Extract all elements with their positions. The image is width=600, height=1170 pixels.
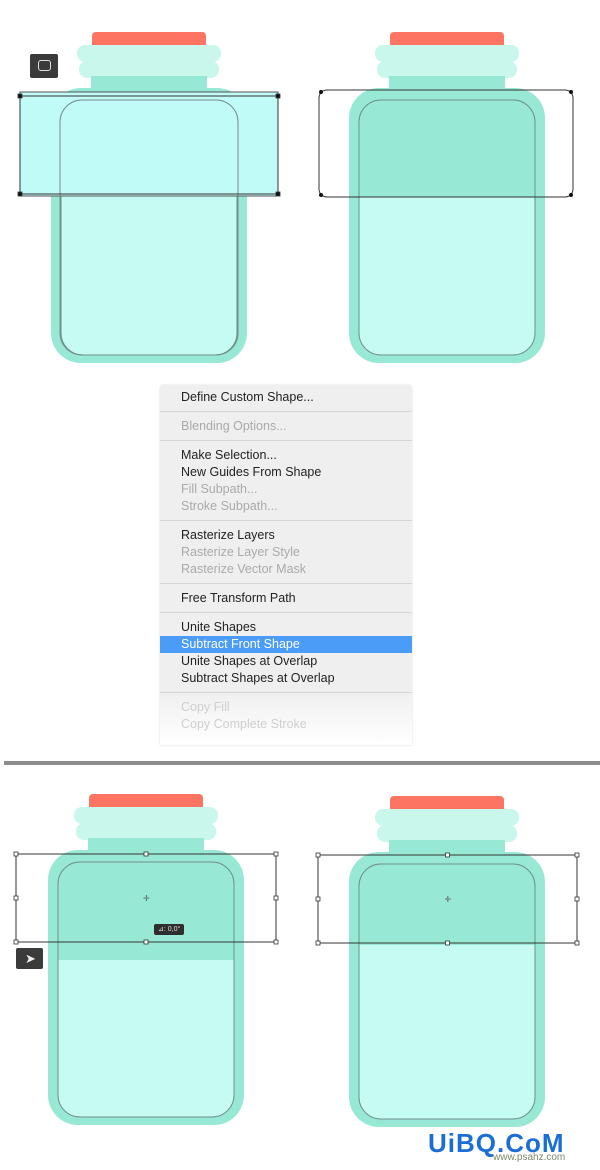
menu-item-copy-complete-stroke: Copy Complete Stroke [181,717,307,731]
transform-handle [315,940,321,946]
jar-fill-top [359,100,535,197]
path-anchor-point [569,90,573,94]
divider [4,761,600,765]
transform-handle [445,852,450,858]
menu-item-rasterize-layers[interactable]: Rasterize Layers [160,527,412,544]
jar-lid-band [377,825,517,842]
menu-item-blending-options: Blending Options... [181,419,287,433]
transform-handle [574,896,580,902]
menu-separator [160,520,412,521]
menu-separator [160,440,412,441]
menu-item-subtract-shapes-at-overlap[interactable]: Subtract Shapes at Overlap [160,670,412,687]
path-anchor-point [569,193,573,197]
transform-handle [574,940,580,946]
jar-lid-band [375,45,519,62]
jar-lid-band [79,61,219,78]
menu-item-rasterize-vector-mask: Rasterize Vector Mask [181,562,307,576]
context-menu: Define Custom Shape... Blending Options..… [160,385,412,745]
center-point-icon: ✛ [445,895,452,904]
transform-handle [13,895,19,901]
menu-item-fill-subpath: Fill Subpath... [181,482,258,496]
jar-fill-top [58,862,234,960]
new-rectangle-shape [19,91,279,197]
jar-fill-top [359,864,535,945]
transform-handle [275,191,281,197]
menu-separator [160,411,412,412]
menu-item-unite-shapes-at-overlap[interactable]: Unite Shapes at Overlap [160,653,412,670]
transform-handle [445,940,450,946]
menu-item-free-transform-path[interactable]: Free Transform Path [160,590,412,607]
jar-lid-band [377,61,517,78]
path-selection-tool-icon[interactable]: ➤ [16,948,43,969]
transform-handle [315,896,321,902]
transform-handle [13,851,19,857]
transform-handle [273,939,279,945]
jar-lid-band [76,823,216,840]
transform-handle [275,93,281,99]
menu-item-unite-shapes[interactable]: Unite Shapes [160,619,412,636]
transform-handle [143,851,149,857]
center-point-icon: ✛ [143,894,150,903]
menu-separator [160,692,412,693]
transform-handle [13,939,19,945]
transform-handle [273,895,279,901]
menu-item-subtract-front-shape[interactable]: Subtract Front Shape [160,636,412,653]
angle-tooltip: ⊿: 0,0° [154,924,185,935]
rounded-rectangle-tool-icon[interactable] [30,54,58,78]
transform-handle [574,852,580,858]
transform-handle [17,93,23,99]
transform-handle [143,939,149,945]
menu-separator [160,583,412,584]
watermark-url: www.psahz.com [493,1152,566,1163]
transform-handle [315,852,321,858]
menu-item-make-selection[interactable]: Make Selection... [160,447,412,464]
menu-item-define-custom-shape[interactable]: Define Custom Shape... [160,389,412,406]
path-anchor-point [319,193,323,197]
menu-item-copy-fill: Copy Fill [181,700,230,714]
jar-lid-band [74,807,218,824]
menu-item-stroke-subpath: Stroke Subpath... [181,499,278,513]
menu-item-new-guides-from-shape[interactable]: New Guides From Shape [160,464,412,481]
menu-item-rasterize-layer-style: Rasterize Layer Style [181,545,300,559]
path-anchor-point [319,90,323,94]
jar-lid-band [375,809,519,826]
transform-handle [17,191,23,197]
menu-separator [160,612,412,613]
jar-lid-band [77,45,221,62]
transform-handle [273,851,279,857]
